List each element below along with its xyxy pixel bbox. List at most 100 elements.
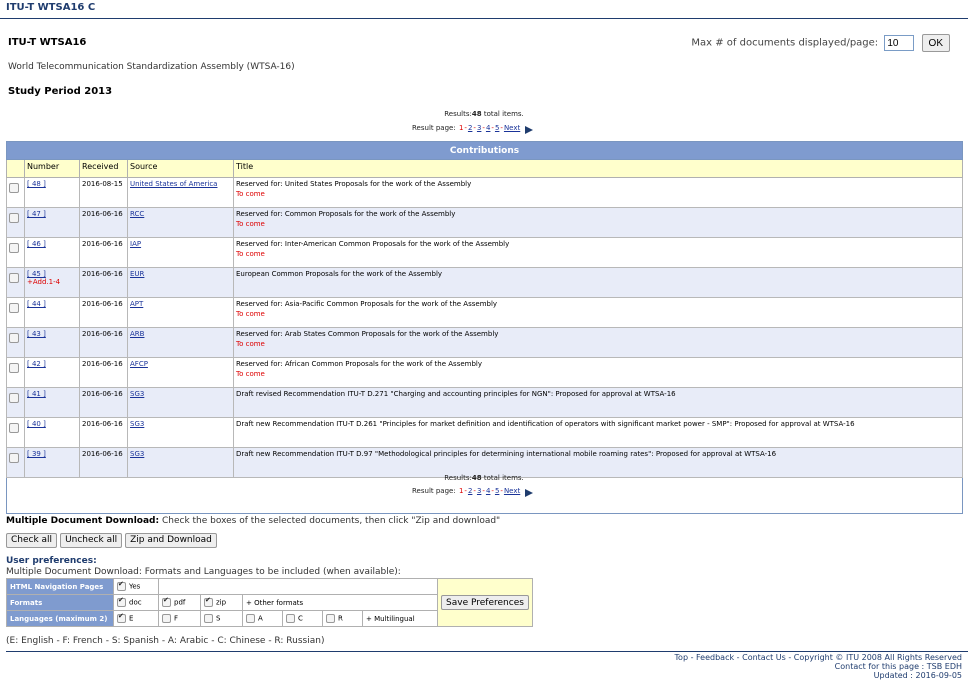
doc-number-link[interactable]: [ 43 ] <box>27 330 46 338</box>
page-5-link[interactable]: 5 <box>495 487 499 495</box>
contact-link[interactable]: Contact Us <box>742 653 786 662</box>
row-checkbox[interactable] <box>9 363 19 373</box>
table-row: [ 39 ] 2016-06-16 SG3 Draft new Recommendat… <box>6 447 963 478</box>
feedback-link[interactable]: Feedback <box>696 653 734 662</box>
source-link[interactable]: RCC <box>130 210 144 218</box>
doc-number-link[interactable]: [ 45 ] <box>27 270 46 278</box>
source-link[interactable]: SG3 <box>130 450 144 458</box>
results-summary-top: Results:48 total items. <box>444 110 524 118</box>
page-2-link[interactable]: 2 <box>468 487 472 495</box>
row-checkbox[interactable] <box>9 303 19 313</box>
to-come-note: To come <box>236 250 265 258</box>
max-docs-input[interactable] <box>884 35 915 51</box>
fmt-other[interactable]: + Other formats <box>242 594 438 611</box>
source-link[interactable]: ARB <box>130 330 144 338</box>
copyright: Copyright © ITU 2008 All Rights Reserved <box>793 653 962 662</box>
next-link[interactable]: Next <box>504 487 520 495</box>
row-checkbox[interactable] <box>9 333 19 343</box>
lang-s-checkbox[interactable] <box>204 614 213 623</box>
mdd-buttons: Check all Uncheck all Zip and Download <box>6 527 220 548</box>
received-date: 2016-06-16 <box>79 387 128 418</box>
uncheck-all-button[interactable]: Uncheck all <box>60 532 123 548</box>
doc-number-link[interactable]: [ 39 ] <box>27 450 46 458</box>
study-period: Study Period 2013 <box>8 86 113 97</box>
fmt-pdf-checkbox[interactable] <box>162 596 171 607</box>
mdd-instructions: Multiple Document Download: Check the bo… <box>6 516 501 526</box>
row-checkbox[interactable] <box>9 393 19 403</box>
page-4-link[interactable]: 4 <box>486 487 490 495</box>
next-link[interactable]: Next <box>504 124 520 132</box>
table-row: [ 43 ] 2016-06-16 ARB Reserved for: Arab St… <box>6 327 963 358</box>
updated-date: Updated : 2016-09-05 <box>873 671 962 680</box>
row-checkbox[interactable] <box>9 213 19 223</box>
doc-title: Reserved for: Asia-Pacific Common Propos… <box>236 300 498 308</box>
page-3-link[interactable]: 3 <box>477 487 481 495</box>
lang-e-checkbox[interactable] <box>117 612 126 623</box>
row-checkbox[interactable] <box>9 243 19 253</box>
doc-title: Draft revised Recommendation ITU-T D.271… <box>236 390 676 398</box>
row-checkbox[interactable] <box>9 273 19 283</box>
source-link[interactable]: IAP <box>130 240 141 248</box>
row-checkbox[interactable] <box>9 183 19 193</box>
language-legend: (E: English - F: French - S: Spanish - A… <box>6 636 325 646</box>
page-1-link[interactable]: 1 <box>459 487 463 495</box>
page-2-link[interactable]: 2 <box>468 124 472 132</box>
check-all-button[interactable]: Check all <box>6 532 58 548</box>
lang-r-checkbox[interactable] <box>326 614 335 623</box>
top-bar-title: ITU-T WTSA16 C <box>6 2 96 13</box>
page-5-link[interactable]: 5 <box>495 124 499 132</box>
doc-number-link[interactable]: [ 40 ] <box>27 420 46 428</box>
to-come-note: To come <box>236 370 265 378</box>
doc-number-link[interactable]: [ 47 ] <box>27 210 46 218</box>
table-row: [ 47 ] 2016-06-16 RCC Reserved for: Common … <box>6 207 963 238</box>
next-arrow-icon[interactable] <box>525 126 534 134</box>
page-subtitle: World Telecommunication Standardization … <box>8 62 295 72</box>
source-link[interactable]: United States of America <box>130 180 217 188</box>
table-row: [ 46 ] 2016-06-16 IAP Reserved for: Inter-A… <box>6 237 963 268</box>
ok-button[interactable]: OK <box>921 34 950 52</box>
source-link[interactable]: EUR <box>130 270 144 278</box>
source-link[interactable]: APT <box>130 300 143 308</box>
lang-multilingual[interactable]: + Multilingual <box>362 610 438 627</box>
prefs-table: HTML Navigation Pages Yes Save Preferenc… <box>6 578 533 627</box>
received-date: 2016-06-16 <box>79 297 128 328</box>
table-caption: Contributions <box>6 141 963 160</box>
lang-c-checkbox[interactable] <box>286 614 295 623</box>
max-docs-label: Max # of documents displayed/page: <box>691 37 879 49</box>
lang-a-checkbox[interactable] <box>246 614 255 623</box>
source-link[interactable]: SG3 <box>130 420 144 428</box>
nav-yes-checkbox[interactable] <box>117 580 126 591</box>
zip-download-button[interactable]: Zip and Download <box>125 532 217 548</box>
received-date: 2016-06-16 <box>79 417 128 448</box>
pager-top: Result page: 1-2-3-4-5-Next <box>412 124 534 134</box>
received-date: 2016-06-16 <box>79 447 128 478</box>
row-checkbox[interactable] <box>9 453 19 463</box>
next-arrow-icon[interactable] <box>525 489 534 497</box>
save-preferences-button[interactable]: Save Preferences <box>441 595 529 610</box>
doc-number-link[interactable]: [ 42 ] <box>27 360 46 368</box>
row-checkbox[interactable] <box>9 423 19 433</box>
col-source: Source <box>127 159 234 178</box>
doc-number-link[interactable]: [ 46 ] <box>27 240 46 248</box>
fmt-zip-checkbox[interactable] <box>204 596 213 607</box>
to-come-note: To come <box>236 190 265 198</box>
formats-label: Formats <box>6 594 114 611</box>
source-link[interactable]: SG3 <box>130 390 144 398</box>
top-link[interactable]: Top <box>675 653 689 662</box>
doc-number-link[interactable]: [ 41 ] <box>27 390 46 398</box>
doc-title: Reserved for: United States Proposals fo… <box>236 180 472 188</box>
fmt-doc-checkbox[interactable] <box>117 596 126 607</box>
top-bar: ITU-T WTSA16 C <box>0 0 968 19</box>
pager-bottom: Result page: 1-2-3-4-5-Next <box>412 487 534 497</box>
lang-f-checkbox[interactable] <box>162 614 171 623</box>
page-4-link[interactable]: 4 <box>486 124 490 132</box>
doc-title: Draft new Recommendation ITU-T D.261 "Pr… <box>236 420 855 428</box>
source-link[interactable]: AFCP <box>130 360 148 368</box>
page-1-link[interactable]: 1 <box>459 124 463 132</box>
received-date: 2016-06-16 <box>79 207 128 238</box>
doc-number-link[interactable]: [ 48 ] <box>27 180 46 188</box>
addendum-link[interactable]: +Add.1-4 <box>27 278 77 286</box>
page-3-link[interactable]: 3 <box>477 124 481 132</box>
doc-title: Reserved for: Arab States Common Proposa… <box>236 330 499 338</box>
doc-number-link[interactable]: [ 44 ] <box>27 300 46 308</box>
